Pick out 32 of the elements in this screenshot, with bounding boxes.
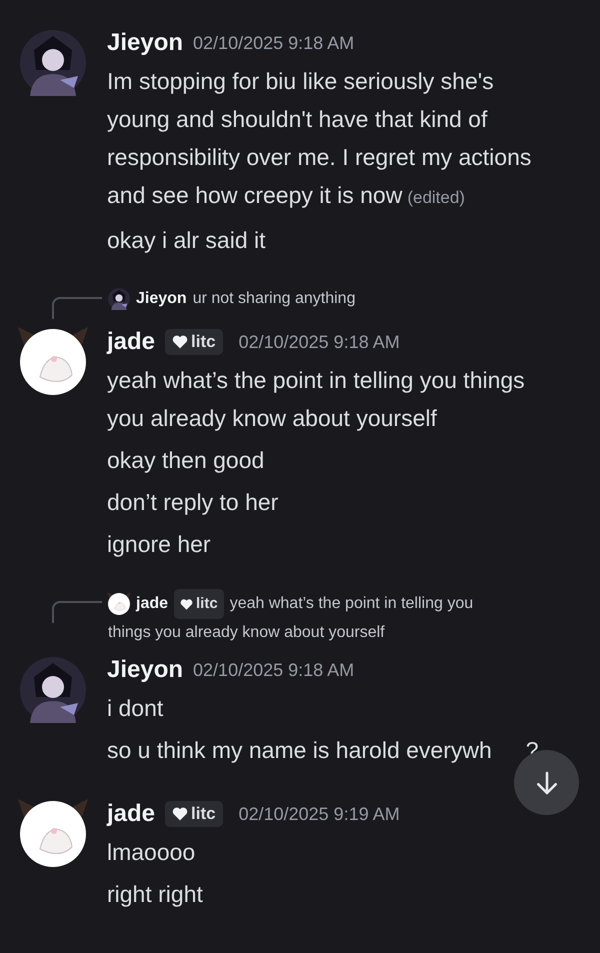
message-text: ignore her [107,531,211,557]
avatar [20,801,86,867]
timestamp: 02/10/2025 9:19 AM [238,804,400,824]
timestamp: 02/10/2025 9:18 AM [193,32,354,54]
reply-preview[interactable]: Jieyon ur not sharing anything [108,285,356,313]
avatar [20,329,86,395]
message-text: okay i alr said it [107,227,266,253]
username[interactable]: jade [107,328,156,356]
role-tag: litc [165,329,223,355]
message-text: so u think my name is harold everywh [107,737,492,763]
username[interactable]: jade [107,800,156,828]
heart-icon [172,334,188,350]
message-text: Im stopping for biu like seriously she's young and shouldn't have that kind of responsibility over me. I regret my actions and see how creepy it is now (edited) [107,68,532,208]
avatar [108,288,130,310]
heart-icon [180,598,194,610]
timestamp: 02/10/2025 9:18 AM [193,660,354,680]
message-text: don’t reply to her [107,489,278,515]
username[interactable]: Jieyon [107,656,184,684]
message-text: i dont [107,695,164,721]
timestamp: 02/10/2025 9:18 AM [238,332,400,352]
heart-icon [172,806,188,822]
role-tag: litc [165,801,223,827]
message-text: lmaoooo [107,839,196,865]
avatar [20,30,86,96]
reply-connector [52,601,102,623]
message-text: right right [107,881,203,907]
reply-preview[interactable]: jade litc yeah what’s the point in telling you things you already know about yourself [108,589,503,647]
avatar [20,657,86,723]
username[interactable]: Jieyon [107,29,184,57]
reply-connector [52,297,102,319]
avatar [108,593,130,615]
message-text: okay then good [107,447,264,473]
